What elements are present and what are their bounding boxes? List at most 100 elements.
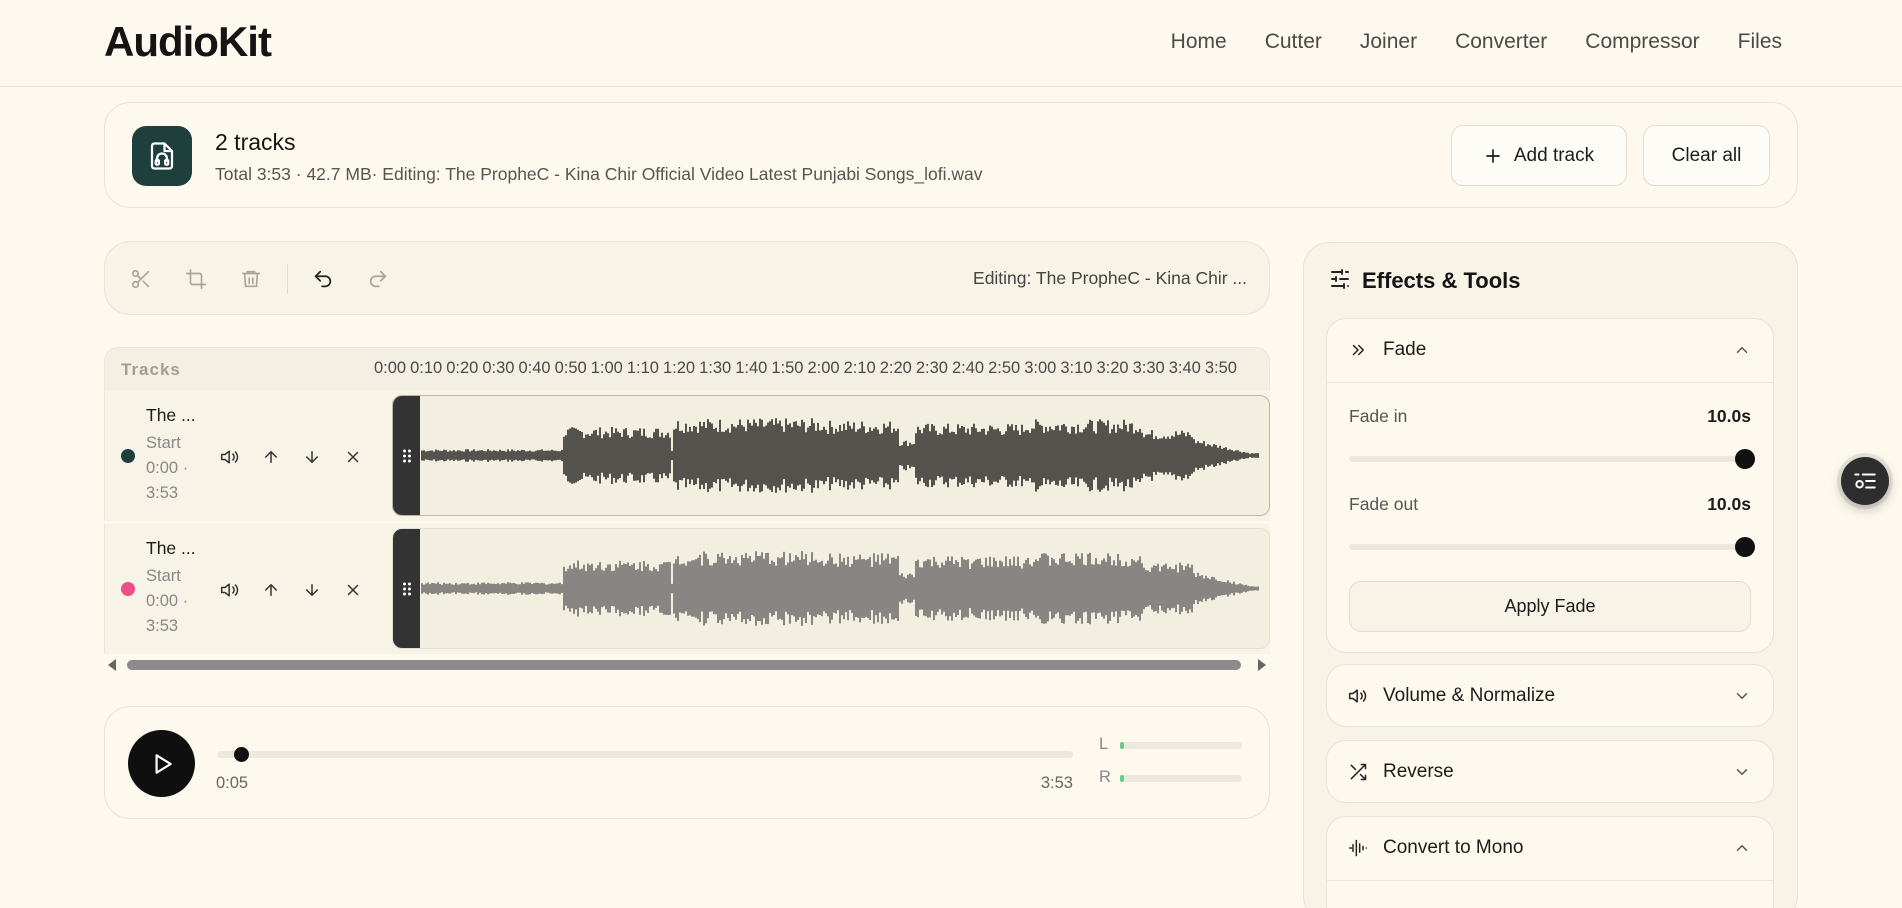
ruler-tick-label: 2:50 (988, 359, 1021, 377)
arrow-down-icon[interactable] (301, 446, 323, 468)
toolbar-divider (287, 264, 288, 294)
ruler-tick-label: 0:30 (482, 359, 515, 377)
nav-cutter[interactable]: Cutter (1265, 30, 1322, 54)
fade-label: Fade (1383, 339, 1427, 360)
convert-mono-header[interactable]: Convert to Mono (1327, 817, 1773, 880)
audio-wave-icon (1347, 837, 1369, 859)
fade-out-knob[interactable] (1735, 537, 1755, 557)
ruler-tick-label: 2:00 (807, 359, 840, 377)
clear-all-button[interactable]: Clear all (1643, 125, 1770, 186)
scissors-icon[interactable] (129, 267, 153, 291)
scroll-right-icon[interactable] (1256, 659, 1266, 671)
time-ruler[interactable]: 0:00 0:10 0:20 0:30 0:40 0:50 1:00 1:10 1:20 1:30… (374, 359, 1271, 383)
app-logo[interactable]: AudioKit (104, 18, 272, 66)
add-track-label: Add track (1513, 144, 1595, 166)
fade-in-slider[interactable] (1349, 449, 1755, 469)
sliders-icon (1331, 269, 1349, 289)
crop-icon[interactable] (184, 267, 208, 291)
seek-bar[interactable] (217, 747, 1073, 762)
volume-normalize-section[interactable]: Volume & Normalize (1326, 664, 1774, 727)
chevron-down-icon[interactable] (1733, 763, 1751, 781)
vu-left-fill (1120, 742, 1124, 749)
tracks-column-label: Tracks (121, 360, 181, 379)
ruler-tick-label: 3:50 (1204, 359, 1237, 377)
ruler-tick-label: 1:40 (735, 359, 768, 377)
effects-title: Effects & Tools (1362, 268, 1521, 293)
reverse-section[interactable]: Reverse (1326, 740, 1774, 803)
tracks-summary-subtitle: Total 3:53 · 42.7 MB· Editing: The Proph… (215, 164, 983, 184)
convert-mono-section: Convert to Mono (1326, 816, 1774, 908)
close-icon[interactable] (342, 446, 364, 468)
tracks-summary-card: 2 tracks Total 3:53 · 42.7 MB· Editing: … (104, 102, 1798, 208)
audio-player: 0:05 3:53 L R (104, 706, 1270, 819)
waveform-graphic (421, 551, 1259, 626)
reverse-header[interactable]: Reverse (1327, 741, 1773, 804)
chevron-down-icon[interactable] (1733, 687, 1751, 705)
drag-handle-icon[interactable] (393, 396, 420, 515)
shuffle-icon (1347, 761, 1369, 783)
trash-icon[interactable] (239, 267, 263, 291)
arrow-down-icon[interactable] (301, 579, 323, 601)
edit-toolbar: Editing: The PropheC - Kina Chir ... (104, 241, 1270, 315)
undo-icon[interactable] (311, 267, 335, 291)
effects-panel: Effects & Tools Fade Fade in 10.0s Fade … (1303, 242, 1798, 908)
ruler-tick-label: 3:40 (1168, 359, 1201, 377)
total-time: 3:53 (1040, 774, 1073, 792)
track-waveform[interactable] (392, 395, 1270, 516)
fade-out-label: Fade out (1349, 494, 1419, 514)
play-button[interactable] (128, 730, 195, 797)
arrow-up-icon[interactable] (260, 579, 282, 601)
floating-tools-button[interactable] (1841, 457, 1889, 505)
ruler-tick-label: 1:10 (626, 359, 659, 377)
ruler-tick-label: 2:30 (915, 359, 948, 377)
ruler-tick-label: 0:20 (446, 359, 479, 377)
horizontal-scrollbar[interactable] (104, 656, 1270, 672)
scrollbar-thumb[interactable] (127, 660, 1241, 670)
ruler-tick-label: 3:20 (1096, 359, 1129, 377)
fade-in-label: Fade in (1349, 406, 1408, 426)
volume-icon[interactable] (219, 579, 241, 601)
track-info: The ... Start 0:00 · 3:53 (105, 391, 391, 521)
ruler-tick-label: 3:00 (1024, 359, 1057, 377)
ruler-tick-label: 2:40 (952, 359, 985, 377)
volume-icon (1347, 685, 1369, 707)
fade-in-value: 10.0s (1707, 406, 1751, 426)
vu-right-fill (1120, 775, 1124, 782)
ruler-tick-label: 3:10 (1060, 359, 1093, 377)
fade-header[interactable]: Fade (1327, 319, 1773, 382)
ruler-tick-label: 2:20 (879, 359, 912, 377)
arrow-up-icon[interactable] (260, 446, 282, 468)
close-icon[interactable] (342, 579, 364, 601)
track-name: The ... (146, 538, 196, 558)
reverse-label: Reverse (1383, 761, 1454, 782)
nav-joiner[interactable]: Joiner (1360, 30, 1417, 54)
ruler-tick-label: 1:50 (771, 359, 804, 377)
volume-normalize-header[interactable]: Volume & Normalize (1327, 665, 1773, 728)
apply-fade-button[interactable]: Apply Fade (1349, 581, 1751, 632)
track-meta: Start 0:00 · 3:53 (146, 567, 189, 635)
scroll-left-icon[interactable] (108, 659, 118, 671)
waveform-graphic (421, 418, 1259, 493)
convert-mono-label: Convert to Mono (1383, 837, 1524, 858)
add-track-button[interactable]: Add track (1451, 125, 1627, 186)
chevron-up-icon[interactable] (1733, 839, 1751, 857)
seek-knob[interactable] (233, 747, 249, 762)
nav-compressor[interactable]: Compressor (1585, 30, 1699, 54)
nav-home[interactable]: Home (1171, 30, 1227, 54)
vu-meter-left (1120, 742, 1242, 749)
chevron-up-icon[interactable] (1733, 341, 1751, 359)
track-row: The ... Start 0:00 · 3:53 (104, 391, 1270, 521)
nav-converter[interactable]: Converter (1455, 30, 1547, 54)
ruler-tick-label: 0:40 (518, 359, 551, 377)
ruler-tick-label: 1:20 (663, 359, 696, 377)
volume-icon[interactable] (219, 446, 241, 468)
track-waveform[interactable] (392, 528, 1270, 649)
fade-out-slider[interactable] (1349, 537, 1755, 557)
redo-icon[interactable] (366, 267, 390, 291)
nav-files[interactable]: Files (1738, 30, 1782, 54)
drag-handle-icon[interactable] (393, 529, 420, 648)
fade-out-value: 10.0s (1707, 494, 1751, 514)
editing-file-label: Editing: The PropheC - Kina Chir ... (973, 268, 1247, 288)
main-nav: Home Cutter Joiner Converter Compressor … (1171, 30, 1782, 54)
fade-in-knob[interactable] (1735, 449, 1755, 469)
